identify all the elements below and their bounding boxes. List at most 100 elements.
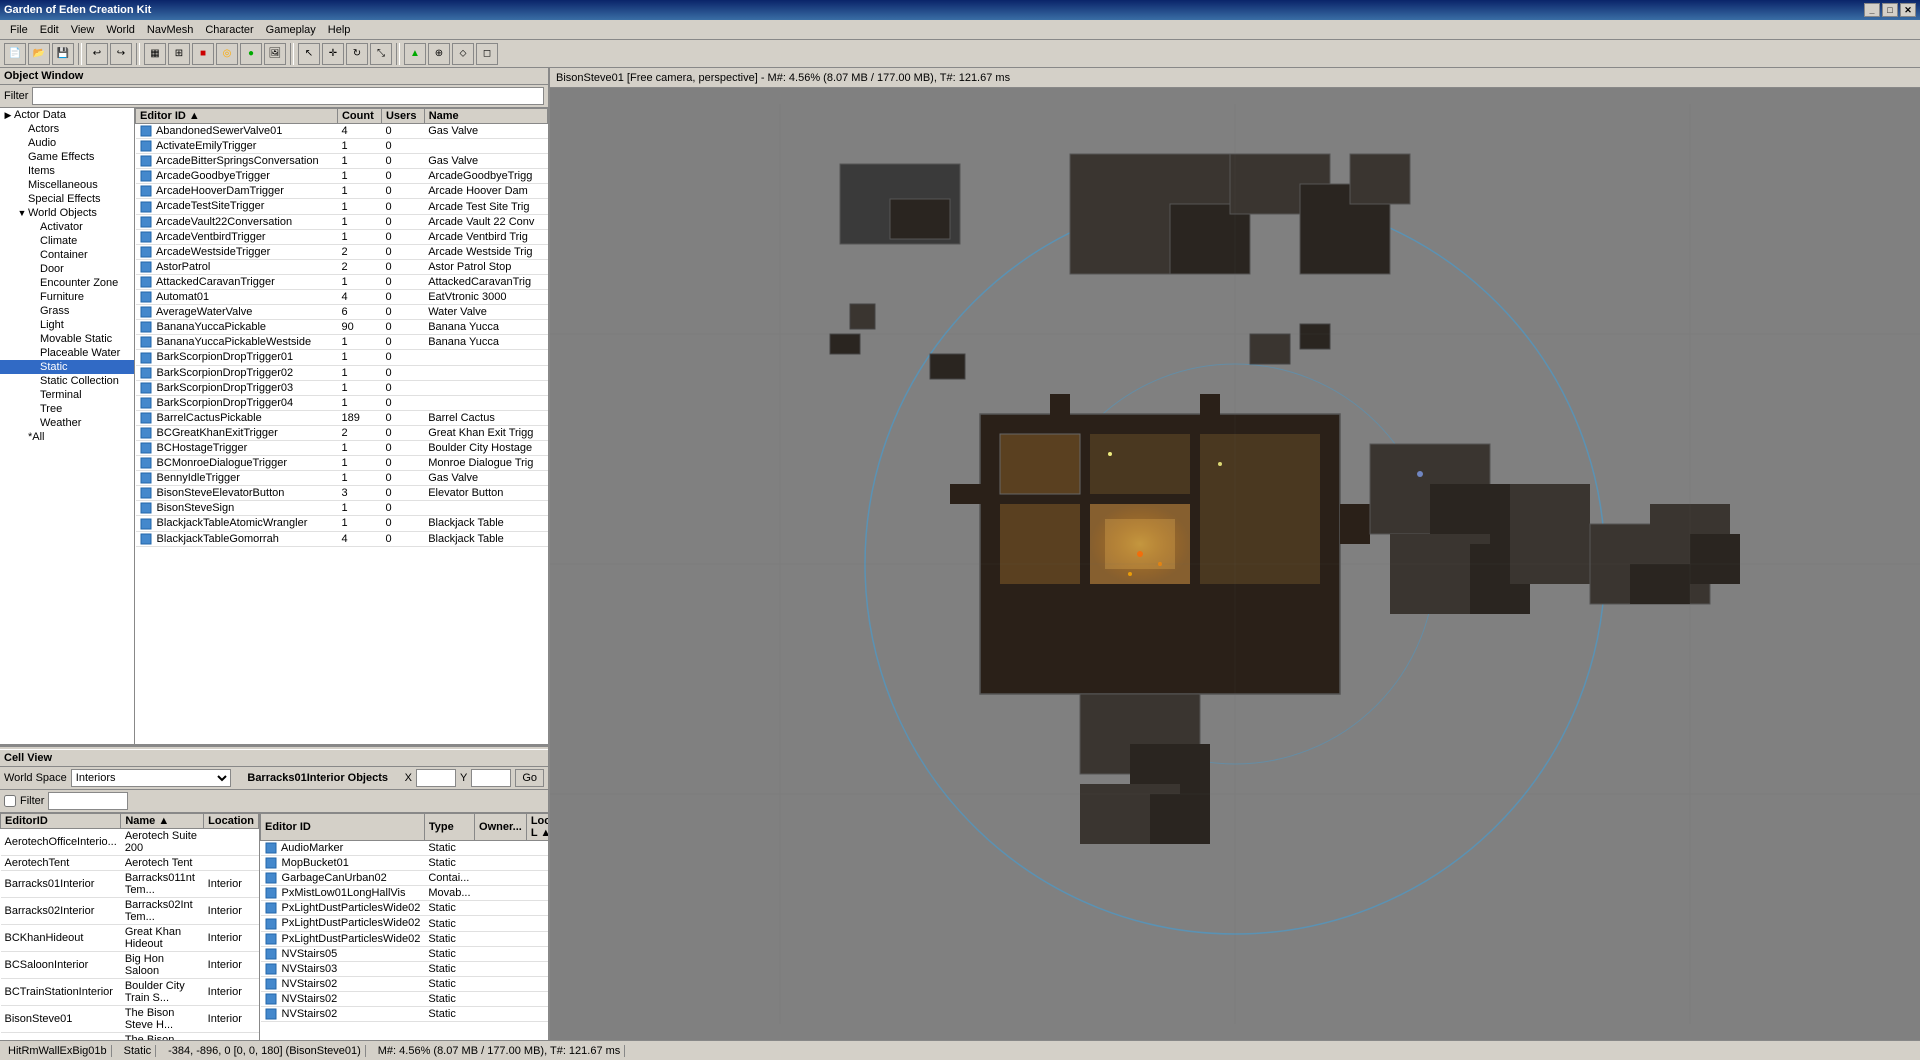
list-item[interactable]: BisonSteve02 The Bison Steve H... Interi… xyxy=(1,1033,259,1041)
close-button[interactable]: ✕ xyxy=(1900,3,1916,17)
table-row[interactable]: BlackjackTableGomorrah 4 0 Blackjack Tab… xyxy=(136,531,548,546)
x-input[interactable] xyxy=(416,769,456,787)
object-table-wrapper[interactable]: Editor ID ▲ Count Users Name AbandonedSe… xyxy=(135,108,548,744)
grid-button[interactable]: ▦ xyxy=(144,43,166,65)
table-row[interactable]: BCMonroeDialogueTrigger 1 0 Monroe Dialo… xyxy=(136,456,548,471)
obj-col-editorid[interactable]: Editor ID xyxy=(261,814,425,841)
list-item[interactable]: PxLightDustParticlesWide02 Static xyxy=(261,916,549,931)
tree-item-terminal[interactable]: Terminal xyxy=(0,388,134,402)
tree-item-light[interactable]: Light xyxy=(0,318,134,332)
cell-objects-panel[interactable]: Editor ID Type Owner... Lock L ▲ AudioMa… xyxy=(260,813,548,1040)
list-item[interactable]: AerotechTent Aerotech Tent xyxy=(1,856,259,871)
table-row[interactable]: BisonSteveElevatorButton 3 0 Elevator Bu… xyxy=(136,486,548,501)
new-button[interactable]: 📄 xyxy=(4,43,26,65)
rotate-button[interactable]: ↻ xyxy=(346,43,368,65)
menu-view[interactable]: View xyxy=(65,22,101,38)
list-item[interactable]: BCTrainStationInterior Boulder City Trai… xyxy=(1,979,259,1006)
path-button[interactable]: ⊕ xyxy=(428,43,450,65)
table-row[interactable]: BennyIdleTrigger 1 0 Gas Valve xyxy=(136,471,548,486)
land-button[interactable]: ▲ xyxy=(404,43,426,65)
obj-button[interactable]: ■ xyxy=(192,43,214,65)
list-item[interactable]: GarbageCanUrban02 Contai... xyxy=(261,871,549,886)
menu-edit[interactable]: Edit xyxy=(34,22,65,38)
table-row[interactable]: BarkScorpionDropTrigger03 1 0 xyxy=(136,380,548,395)
light-button[interactable]: ◎ xyxy=(216,43,238,65)
tree-item-static-collection[interactable]: Static Collection xyxy=(0,374,134,388)
tree-item-weather[interactable]: Weather xyxy=(0,416,134,430)
list-item[interactable]: PxMistLow01LongHallVis Movab... xyxy=(261,886,549,901)
menu-file[interactable]: File xyxy=(4,22,34,38)
cell-col-location[interactable]: Location xyxy=(204,814,259,829)
tree-item-activator[interactable]: Activator xyxy=(0,220,134,234)
tree-item-game-effects[interactable]: Game Effects xyxy=(0,150,134,164)
tree-item-special-effects[interactable]: Special Effects xyxy=(0,192,134,206)
tree-item-actor-data[interactable]: ▶ Actor Data xyxy=(0,108,134,122)
wire-button[interactable]: ⊞ xyxy=(168,43,190,65)
table-row[interactable]: BananaYuccaPickableWestside 1 0 Banana Y… xyxy=(136,335,548,350)
table-row[interactable]: BlackjackTableAtomicWrangler 1 0 Blackja… xyxy=(136,516,548,531)
list-item[interactable]: PxLightDustParticlesWide02 Static xyxy=(261,901,549,916)
tree-item-container[interactable]: Container xyxy=(0,248,134,262)
tree-item-grass[interactable]: Grass xyxy=(0,304,134,318)
expander-actor-data[interactable]: ▶ xyxy=(2,110,14,121)
list-item[interactable]: BCSaloonInterior Big Hon Saloon Interior xyxy=(1,952,259,979)
menu-navmesh[interactable]: NavMesh xyxy=(141,22,199,38)
tree-item-actors[interactable]: Actors xyxy=(0,122,134,136)
obj-col-owner[interactable]: Owner... xyxy=(475,814,527,841)
tree-item-tree[interactable]: Tree xyxy=(0,402,134,416)
table-row[interactable]: AverageWaterValve 6 0 Water Valve xyxy=(136,305,548,320)
menu-help[interactable]: Help xyxy=(322,22,357,38)
obj-col-lock[interactable]: Lock L ▲ xyxy=(526,814,548,841)
tree-item-world-objects[interactable]: ▼ World Objects xyxy=(0,206,134,220)
col-count[interactable]: Count xyxy=(337,109,381,124)
marker-button[interactable]: ⬦ xyxy=(452,43,474,65)
table-row[interactable]: BarrelCactusPickable 189 0 Barrel Cactus xyxy=(136,410,548,425)
open-button[interactable]: 📂 xyxy=(28,43,50,65)
list-item[interactable]: AudioMarker Static xyxy=(261,841,549,856)
table-row[interactable]: AbandonedSewerValve01 4 0 Gas Valve xyxy=(136,124,548,139)
table-row[interactable]: ArcadeHooverDamTrigger 1 0 Arcade Hoover… xyxy=(136,184,548,199)
table-row[interactable]: ArcadeTestSiteTrigger 1 0 Arcade Test Si… xyxy=(136,199,548,214)
list-item[interactable]: AerotechOfficeInterio... Aerotech Suite … xyxy=(1,829,259,856)
table-row[interactable]: ActivateEmilyTrigger 1 0 xyxy=(136,139,548,154)
tree-item-placeable-water[interactable]: Placeable Water xyxy=(0,346,134,360)
tree-item-furniture[interactable]: Furniture xyxy=(0,290,134,304)
redo-button[interactable]: ↪ xyxy=(110,43,132,65)
col-name[interactable]: Name xyxy=(424,109,547,124)
menu-gameplay[interactable]: Gameplay xyxy=(260,22,322,38)
list-item[interactable]: Barracks01Interior Barracks011nt Tem... … xyxy=(1,871,259,898)
table-row[interactable]: BarkScorpionDropTrigger01 1 0 xyxy=(136,350,548,365)
tree-item-items[interactable]: Items xyxy=(0,164,134,178)
move-button[interactable]: ✛ xyxy=(322,43,344,65)
menu-character[interactable]: Character xyxy=(199,22,259,38)
viewport[interactable] xyxy=(550,88,1920,1040)
cell-filter-input[interactable] xyxy=(48,792,128,810)
region-button[interactable]: ◻ xyxy=(476,43,498,65)
filter-checkbox[interactable] xyxy=(4,795,16,807)
tree-item-misc[interactable]: Miscellaneous xyxy=(0,178,134,192)
cell-col-editorid[interactable]: EditorID xyxy=(1,814,121,829)
table-row[interactable]: ArcadeVault22Conversation 1 0 Arcade Vau… xyxy=(136,214,548,229)
table-row[interactable]: BananaYuccaPickable 90 0 Banana Yucca xyxy=(136,320,548,335)
tree-item-audio[interactable]: Audio xyxy=(0,136,134,150)
titlebar-buttons[interactable]: _ □ ✕ xyxy=(1864,3,1916,17)
table-row[interactable]: BarkScorpionDropTrigger02 1 0 xyxy=(136,365,548,380)
table-row[interactable]: BCGreatKhanExitTrigger 2 0 Great Khan Ex… xyxy=(136,425,548,440)
table-row[interactable]: ArcadeGoodbyeTrigger 1 0 ArcadeGoodbyeTr… xyxy=(136,169,548,184)
menu-world[interactable]: World xyxy=(100,22,141,38)
table-row[interactable]: Automat01 4 0 EatVtronic 3000 xyxy=(136,290,548,305)
tree-item-static[interactable]: Static xyxy=(0,360,134,374)
world-space-select[interactable]: Interiors xyxy=(71,769,231,787)
table-row[interactable]: AttackedCaravanTrigger 1 0 AttackedCarav… xyxy=(136,274,548,289)
render-button[interactable]: 🖼 xyxy=(264,43,286,65)
list-item[interactable]: NVStairs02 Static xyxy=(261,1007,549,1022)
cell-col-name[interactable]: Name ▲ xyxy=(121,814,204,829)
go-button[interactable]: Go xyxy=(515,769,544,787)
tree-item-all[interactable]: *All xyxy=(0,430,134,444)
select-button[interactable]: ↖ xyxy=(298,43,320,65)
filter-input[interactable] xyxy=(32,87,544,105)
list-item[interactable]: Barracks02Interior Barracks02Int Tem... … xyxy=(1,898,259,925)
list-item[interactable]: NVStairs02 Static xyxy=(261,991,549,1006)
tree-item-movable-static[interactable]: Movable Static xyxy=(0,332,134,346)
list-item[interactable]: BCKhanHideout Great Khan Hideout Interio… xyxy=(1,925,259,952)
